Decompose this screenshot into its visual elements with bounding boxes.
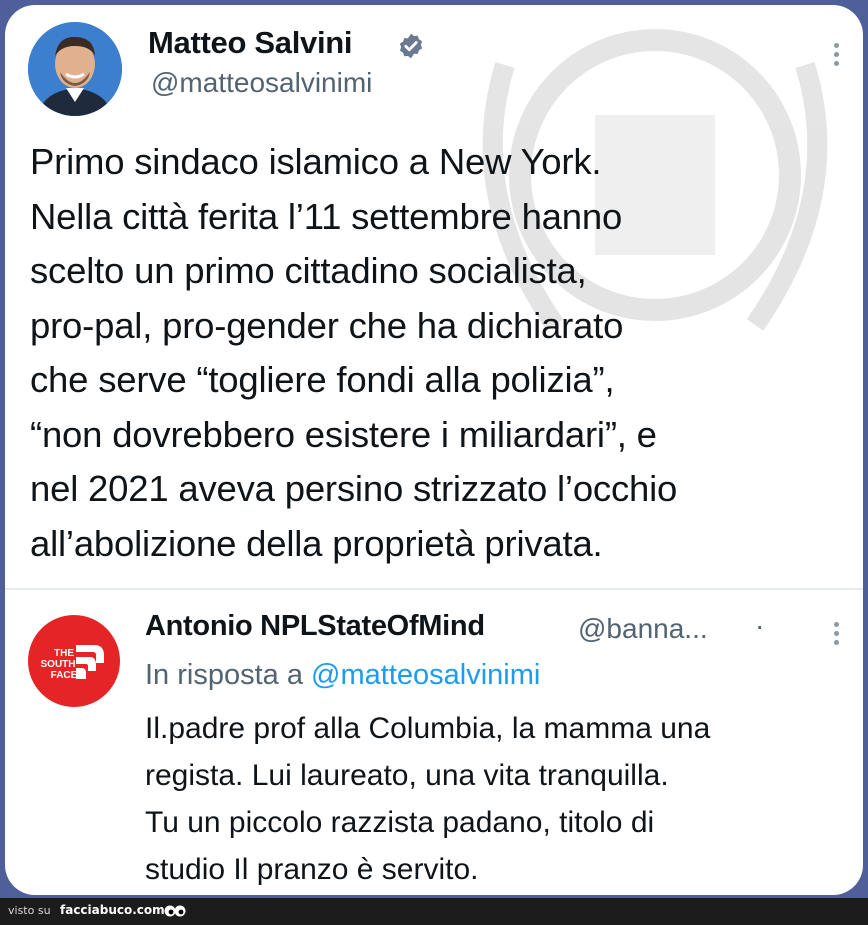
svg-text:SOUTH: SOUTH [41, 659, 76, 670]
replying-to-label: In risposta a [145, 659, 303, 691]
tweet-body: Primo sindaco islamico a New York. Nella… [30, 135, 830, 571]
tweet-line: Nella città ferita l’11 settembre hanno [30, 195, 623, 237]
footer-visto-label: visto su [8, 904, 51, 917]
verified-badge-icon [399, 33, 423, 59]
svg-text:FACE: FACE [51, 670, 78, 681]
reply-more-options-icon[interactable] [834, 622, 842, 645]
reply-line: Tu un piccolo razzista padano, titolo di [145, 806, 655, 839]
footer-site-link[interactable]: facciabuco.com [60, 903, 165, 917]
reply-line: studio Il pranzo è servito. [145, 853, 479, 886]
tweet-line: nel 2021 aveva persino strizzato l’occhi… [30, 468, 678, 509]
tweet-line: che serve “togliere fondi alla polizia”, [30, 359, 615, 400]
tweet-line: “non dovrebbero esistere i miliardari”, … [30, 413, 657, 455]
avatar-portrait-icon [28, 22, 122, 116]
replying-to: In risposta a @matteosalvinimi [145, 659, 540, 692]
reply-author-handle[interactable]: @banna... [578, 613, 708, 645]
author-handle[interactable]: @matteosalvinimi [151, 67, 372, 99]
author-avatar[interactable] [28, 22, 122, 116]
footer-bar: visto su facciabuco.com [0, 898, 868, 925]
tweet-line: pro-pal, pro-gender che ha dichiarato [30, 304, 624, 346]
reply-author-avatar[interactable]: THE SOUTH FACE [28, 615, 120, 707]
reply-line: regista. Lui laureato, una vita tranquil… [145, 759, 669, 792]
more-options-icon[interactable] [834, 43, 842, 66]
tweet-line: all’abolizione della proprietà privata. [30, 522, 603, 564]
divider [5, 588, 863, 590]
south-face-logo-icon: THE SOUTH FACE [41, 645, 104, 681]
reply-author-name[interactable]: Antonio NPLStateOfMind [145, 610, 485, 643]
tweet-line: Primo sindaco islamico a New York. [30, 141, 602, 182]
separator-dot: · [755, 610, 765, 641]
replying-to-mention-link[interactable]: @matteosalvinimi [311, 659, 540, 691]
reply-line: Il.padre prof alla Columbia, la mamma un… [145, 712, 711, 745]
author-name[interactable]: Matteo Salvini [148, 25, 353, 61]
screenshot-card: Matteo Salvini @matteosalvinimi Primo si… [5, 5, 863, 895]
tweet-line: scelto un primo cittadino socialista, [30, 250, 587, 291]
reply-body: Il.padre prof alla Columbia, la mamma un… [145, 705, 845, 893]
svg-text:THE: THE [54, 648, 74, 659]
eyes-logo-icon [164, 905, 186, 917]
